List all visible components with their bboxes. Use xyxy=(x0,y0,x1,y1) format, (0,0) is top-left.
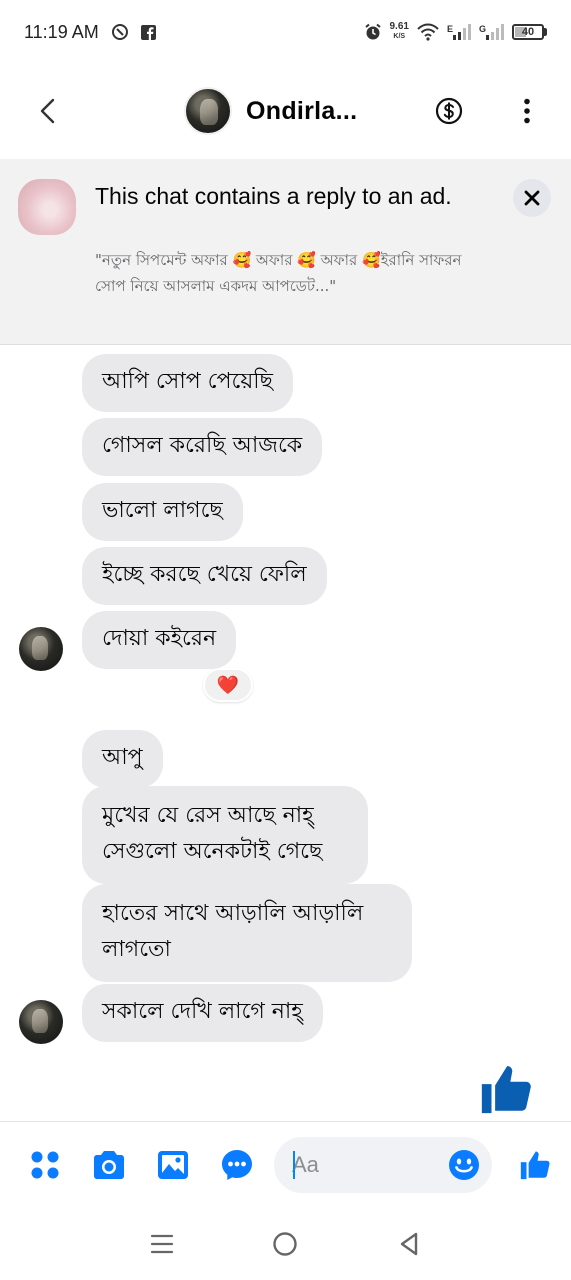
message-bubble[interactable]: দোয়া কইরেন xyxy=(82,611,237,669)
header-actions xyxy=(433,95,543,127)
ad-banner-quote: "নতুন সিপমেন্ট অফার 🥰 অফার 🥰 অফার 🥰ইরানি… xyxy=(95,251,462,295)
thumbs-up-icon xyxy=(520,1151,550,1179)
home-icon xyxy=(273,1231,298,1256)
message-input-container[interactable] xyxy=(274,1136,492,1193)
sim2-signal-icon: G xyxy=(479,24,504,40)
battery-level: 40 xyxy=(521,26,535,38)
network-speed: 9.61 K/S xyxy=(390,22,409,42)
message-composer xyxy=(0,1121,571,1207)
facebook-notification-icon xyxy=(140,24,156,40)
sent-like[interactable] xyxy=(475,1058,537,1120)
android-nav-bar xyxy=(0,1207,571,1280)
ad-reply-banner[interactable]: This chat contains a reply to an ad. "নত… xyxy=(0,159,571,345)
alarm-icon xyxy=(364,23,382,41)
message-bubble[interactable]: মুখের যে রেস আছে নাহ্ সেগুলো অনেকটাই গেছ… xyxy=(82,786,368,884)
message-bubble[interactable]: গোসল করেছি আজকে xyxy=(82,418,323,476)
ad-close-button[interactable] xyxy=(513,179,551,217)
more-options-button[interactable] xyxy=(511,95,543,127)
message-list: আপি সোপ পেয়েছি গোসল করেছি আজকে ভালো লাগ… xyxy=(0,346,571,1120)
message-bubble[interactable]: আপু xyxy=(82,730,163,788)
gallery-button[interactable] xyxy=(154,1146,192,1184)
back-chevron-icon xyxy=(40,98,55,124)
back-icon xyxy=(400,1232,418,1255)
status-right: 9.61 K/S E G 40 xyxy=(364,22,547,42)
status-time: 11:19 AM xyxy=(24,21,99,42)
emoji-icon[interactable] xyxy=(448,1149,480,1181)
status-bar: 11:19 AM 9.61 K/S E G 40 xyxy=(0,0,571,64)
apps-button[interactable] xyxy=(26,1146,64,1184)
dollar-circle-icon xyxy=(435,97,463,125)
ad-banner-title: This chat contains a reply to an ad. xyxy=(95,183,452,209)
contact-avatar[interactable] xyxy=(184,87,232,135)
payment-button[interactable] xyxy=(433,95,465,127)
send-like-button[interactable] xyxy=(515,1145,555,1185)
gallery-icon xyxy=(158,1150,188,1179)
battery-indicator: 40 xyxy=(512,24,547,40)
battery-cap xyxy=(544,28,547,36)
home-button[interactable] xyxy=(267,1226,303,1262)
text-cursor xyxy=(293,1150,295,1179)
network-speed-unit: K/S xyxy=(393,33,406,40)
sender-avatar[interactable] xyxy=(19,627,63,671)
contact-name[interactable]: Ondirla... xyxy=(246,97,357,126)
data-saver-icon xyxy=(111,23,129,41)
back-nav-button[interactable] xyxy=(391,1226,427,1262)
recents-button[interactable] xyxy=(144,1226,180,1262)
sim2-label: G xyxy=(478,24,486,34)
camera-icon xyxy=(94,1150,124,1179)
heart-reaction-icon: ❤️ xyxy=(216,674,240,696)
message-bubble[interactable]: আপি সোপ পেয়েছি xyxy=(82,354,293,412)
status-left: 11:19 AM xyxy=(24,22,156,43)
apps-grid-icon xyxy=(31,1151,59,1178)
recents-icon xyxy=(150,1234,173,1253)
message-bubble[interactable]: হাতের সাথে আড়ালি আড়ালি লাগতো xyxy=(82,884,412,982)
ad-thumbnail[interactable] xyxy=(18,179,76,235)
chat-extensions-button[interactable] xyxy=(218,1146,256,1184)
back-button[interactable] xyxy=(24,87,72,135)
message-input[interactable] xyxy=(292,1151,432,1178)
camera-button[interactable] xyxy=(90,1146,128,1184)
message-bubble[interactable]: ইচ্ছে করছে খেয়ে ফেলি xyxy=(82,547,327,605)
close-icon xyxy=(524,190,540,206)
more-vertical-icon xyxy=(524,98,530,124)
messenger-chat-icon xyxy=(222,1149,252,1180)
message-bubble[interactable]: ভালো লাগছে xyxy=(82,483,243,541)
network-speed-value: 9.61 xyxy=(389,21,409,32)
chat-header: Ondirla... xyxy=(0,64,571,158)
sender-avatar[interactable] xyxy=(19,1000,63,1044)
wifi-icon xyxy=(417,23,439,41)
message-bubble[interactable]: সকালে দেখি লাগে নাহ্ xyxy=(82,984,323,1042)
large-thumbs-up-icon xyxy=(481,1066,531,1114)
battery-icon: 40 xyxy=(512,24,544,40)
sim1-signal-icon: E xyxy=(447,24,471,40)
message-reaction[interactable]: ❤️ xyxy=(203,668,253,702)
